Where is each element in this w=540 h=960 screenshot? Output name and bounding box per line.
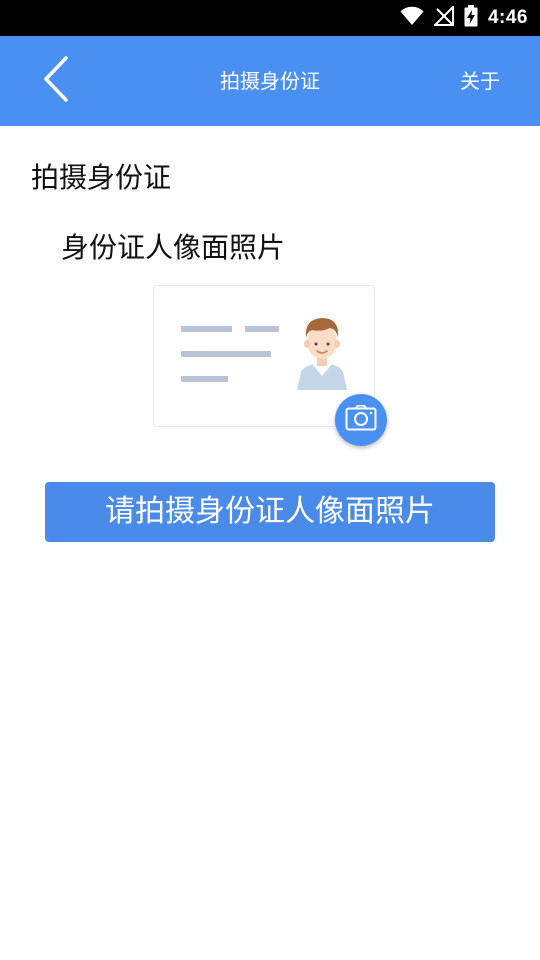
- camera-icon: [345, 404, 377, 435]
- wifi-icon: [400, 6, 424, 30]
- id-front-subtitle: 身份证人像面照片: [61, 231, 286, 264]
- about-button[interactable]: 关于: [460, 36, 500, 126]
- status-bar: 4:46: [0, 0, 540, 36]
- no-signal-icon: [432, 4, 454, 30]
- camera-button[interactable]: [335, 394, 387, 446]
- chevron-left-icon: [41, 55, 71, 107]
- status-icons: 4:46: [400, 0, 528, 36]
- app-bar: 拍摄身份证 关于: [0, 36, 540, 126]
- back-button[interactable]: [28, 56, 84, 106]
- battery-charging-icon: [464, 5, 478, 31]
- capture-id-front-button[interactable]: 请拍摄身份证人像面照片: [45, 482, 495, 542]
- status-time: 4:46: [487, 7, 528, 28]
- section-title: 拍摄身份证: [31, 161, 172, 194]
